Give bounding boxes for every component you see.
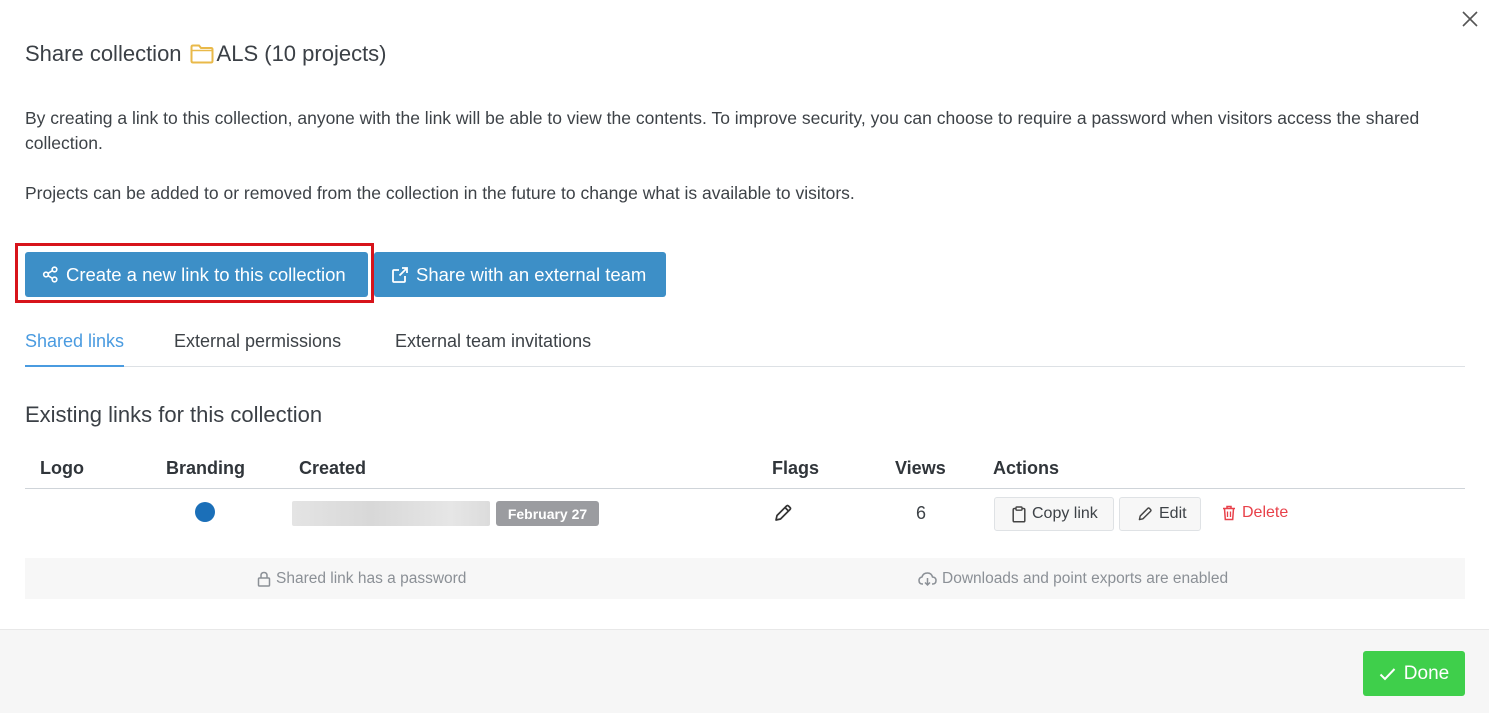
- column-header-views: Views: [895, 458, 946, 478]
- downloads-info: Downloads and point exports are enabled: [918, 570, 1228, 588]
- copy-link-label: Copy link: [1032, 505, 1098, 522]
- collection-name: ALS (10 projects): [216, 41, 387, 66]
- column-header-logo: Logo: [40, 458, 84, 478]
- tab-bar: Shared links External permissions Extern…: [25, 325, 1465, 367]
- tab-external-permissions[interactable]: External permissions: [174, 331, 341, 367]
- created-by-redacted: [292, 501, 490, 526]
- table-row: February 27 6 Copy link Edit Delete: [25, 489, 1465, 541]
- table-header: Logo Branding Created Flags Views Action…: [25, 445, 1465, 489]
- trash-icon: [1222, 505, 1236, 521]
- column-header-branding: Branding: [166, 458, 245, 478]
- dialog-title: Share collection ALS (10 projects): [25, 40, 387, 68]
- lock-icon: [257, 571, 271, 587]
- delete-link-label: Delete: [1242, 504, 1289, 521]
- dialog-footer: Done: [0, 629, 1489, 713]
- copy-link-button[interactable]: Copy link: [994, 497, 1114, 531]
- share-nodes-icon: [42, 266, 59, 283]
- dialog-title-prefix: Share collection: [25, 41, 182, 66]
- branding-color-dot: [195, 502, 215, 522]
- created-date-badge: February 27: [496, 501, 599, 526]
- password-info-text: Shared link has a password: [276, 570, 467, 587]
- create-link-button[interactable]: Create a new link to this collection: [25, 252, 368, 297]
- views-count: 6: [915, 503, 926, 523]
- section-title: Existing links for this collection: [25, 402, 323, 427]
- share-external-label: Share with an external team: [416, 263, 647, 285]
- close-icon: [1462, 11, 1478, 27]
- description-projects: Projects can be added to or removed from…: [25, 183, 855, 203]
- description-security: By creating a link to this collection, a…: [25, 108, 1420, 153]
- tab-shared-links[interactable]: Shared links: [25, 331, 125, 367]
- cloud-download-icon: [918, 571, 937, 587]
- column-header-created: Created: [299, 458, 367, 478]
- done-label: Done: [1403, 662, 1450, 684]
- column-header-flags: Flags: [772, 458, 820, 478]
- clipboard-icon: [1012, 505, 1026, 523]
- check-icon: [1379, 667, 1396, 681]
- column-header-actions: Actions: [993, 458, 1060, 478]
- pencil-icon: [1137, 506, 1153, 522]
- create-link-label: Create a new link to this collection: [66, 263, 346, 285]
- tab-external-team-invitations[interactable]: External team invitations: [395, 331, 591, 367]
- share-external-button[interactable]: Share with an external team: [374, 252, 666, 297]
- folder-icon: [190, 44, 214, 64]
- external-link-icon: [391, 266, 409, 284]
- edit-link-label: Edit: [1159, 505, 1187, 522]
- flags-edit-button[interactable]: [773, 503, 793, 523]
- done-button[interactable]: Done: [1363, 651, 1465, 696]
- link-info-bar: Shared link has a password Downloads and…: [25, 558, 1465, 599]
- password-info: Shared link has a password: [257, 570, 466, 588]
- delete-link-button[interactable]: Delete: [1222, 504, 1288, 522]
- edit-link-button[interactable]: Edit: [1119, 497, 1201, 531]
- downloads-info-text: Downloads and point exports are enabled: [942, 570, 1229, 587]
- close-button[interactable]: [1460, 9, 1480, 29]
- pencil-icon: [775, 504, 792, 521]
